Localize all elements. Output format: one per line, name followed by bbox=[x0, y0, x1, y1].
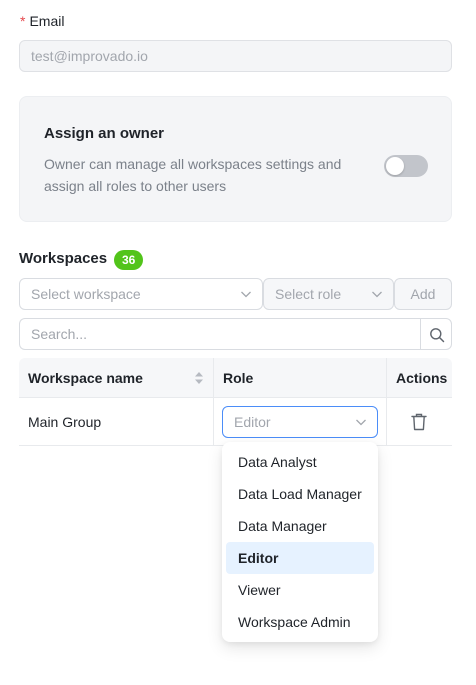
chevron-down-icon bbox=[372, 291, 382, 298]
owner-title: Assign an owner bbox=[44, 125, 165, 142]
chevron-down-icon bbox=[241, 291, 251, 298]
column-header-workspace-name[interactable]: Workspace name bbox=[28, 358, 143, 398]
role-option-workspace-admin[interactable]: Workspace Admin bbox=[226, 606, 374, 638]
email-label: * Email bbox=[20, 13, 64, 29]
role-option-data-manager[interactable]: Data Manager bbox=[226, 510, 374, 542]
role-option-data-load-manager[interactable]: Data Load Manager bbox=[226, 478, 374, 510]
search-icon bbox=[430, 328, 445, 343]
toggle-knob bbox=[386, 157, 404, 175]
role-option-data-analyst[interactable]: Data Analyst bbox=[226, 446, 374, 478]
owner-toggle[interactable] bbox=[384, 155, 428, 177]
email-field[interactable]: test@improvado.io bbox=[19, 40, 452, 72]
column-header-role: Role bbox=[223, 370, 254, 386]
trash-icon[interactable] bbox=[410, 412, 428, 432]
owner-description: Owner can manage all workspaces settings… bbox=[44, 156, 342, 194]
select-workspace-placeholder: Select workspace bbox=[31, 286, 141, 302]
table-row: Main Group Editor bbox=[19, 398, 452, 446]
role-select[interactable]: Editor bbox=[222, 406, 378, 438]
search-input[interactable]: Search... bbox=[19, 318, 421, 350]
column-divider bbox=[213, 358, 214, 398]
owner-card: Assign an owner Owner can manage all wor… bbox=[19, 96, 452, 222]
email-label-text: Email bbox=[29, 13, 65, 29]
role-select-value: Editor bbox=[234, 414, 271, 430]
add-button[interactable]: Add bbox=[394, 278, 452, 310]
search-button[interactable] bbox=[420, 318, 452, 350]
table-header: Workspace name Role Actions bbox=[19, 358, 452, 398]
column-divider bbox=[386, 358, 387, 398]
select-role-dropdown[interactable]: Select role bbox=[263, 278, 394, 310]
role-option-editor[interactable]: Editor bbox=[226, 542, 374, 574]
workspaces-count-badge: 36 bbox=[114, 250, 144, 270]
chevron-down-icon bbox=[356, 419, 366, 426]
select-workspace-dropdown[interactable]: Select workspace bbox=[19, 278, 263, 310]
workspace-name-cell: Main Group bbox=[28, 414, 102, 430]
column-divider bbox=[213, 398, 214, 446]
sort-icon[interactable] bbox=[194, 371, 204, 385]
select-role-placeholder: Select role bbox=[275, 286, 342, 302]
column-header-actions: Actions bbox=[396, 370, 448, 386]
required-mark: * bbox=[20, 13, 26, 29]
workspaces-title: Workspaces bbox=[19, 250, 108, 267]
role-dropdown-menu: Data Analyst Data Load Manager Data Mana… bbox=[222, 442, 378, 642]
role-option-viewer[interactable]: Viewer bbox=[226, 574, 374, 606]
column-divider bbox=[386, 398, 387, 446]
